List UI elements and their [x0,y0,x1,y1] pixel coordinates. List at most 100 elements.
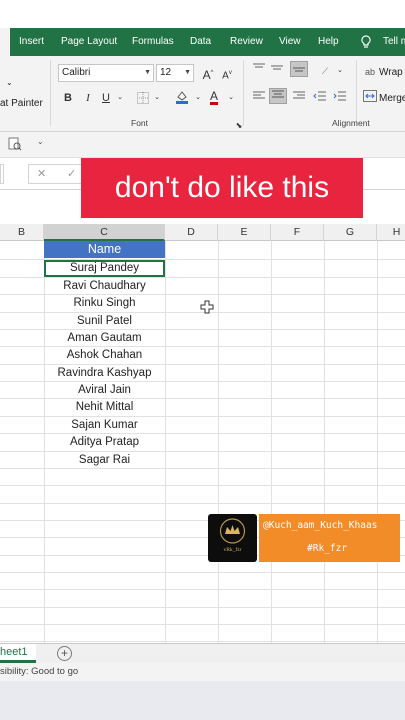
ribbon-divider [50,60,51,126]
ribbon-divider [243,60,244,126]
chevron-down-icon[interactable]: ⌄ [6,78,13,87]
tab-tell-me[interactable]: Tell m [383,28,405,56]
table-row[interactable]: Ravindra Kashyap [44,365,165,382]
sheet-tab-sheet1[interactable]: heet1 [0,644,36,663]
gridline [377,241,378,643]
grow-font-button[interactable]: A^ [201,65,215,82]
merge-center-icon[interactable] [363,90,377,106]
name-box[interactable] [0,164,4,184]
ribbon-tab-bar: Insert Page Layout Formulas Data Review … [0,28,405,56]
wrap-text-icon[interactable]: ab [363,64,377,80]
align-right-icon[interactable] [292,90,306,106]
gridline [165,241,166,643]
column-header-d[interactable]: D [165,224,218,241]
column-header-g[interactable]: G [324,224,377,241]
merge-button[interactable]: Merge [379,93,405,104]
gridline [0,503,405,504]
orientation-icon[interactable]: ⟋ [318,63,332,79]
channel-tag: #Rk_fzr [307,543,348,554]
increase-indent-icon[interactable] [333,90,347,106]
header-cell[interactable]: Name [44,241,165,258]
table-row[interactable]: Aman Gautam [44,330,165,347]
tab-insert[interactable]: Insert [19,28,44,56]
decrease-indent-icon[interactable] [313,90,327,106]
bold-button[interactable]: B [61,90,75,106]
column-header-e[interactable]: E [218,224,271,241]
font-size-select[interactable]: 12 ▼ [156,64,194,82]
customize-toolbar-icon[interactable]: ⌄ [37,137,44,146]
chevron-down-icon[interactable]: ⌄ [191,90,205,106]
gridline [0,485,405,486]
align-left-icon[interactable] [252,90,266,106]
watermark-panel: @Kuch_aam_Kuch_Khaas #Rk_fzr [259,514,400,562]
tab-data[interactable]: Data [190,28,211,56]
font-group-label: Font [131,118,149,128]
wrap-text-button[interactable]: Wrap [379,67,403,78]
font-size-value: 12 [160,67,172,78]
gridline [271,241,272,643]
channel-watermark: vRk_fzr @Kuch_aam_Kuch_Khaas #Rk_fzr [208,514,400,562]
channel-handle: @Kuch_aam_Kuch_Khaas [263,520,378,531]
tab-formulas[interactable]: Formulas [132,28,174,56]
sheet-tab-bar: heet1 + [0,643,405,663]
shrink-font-button[interactable]: Av [220,65,234,81]
tell-me-icon[interactable] [360,28,372,56]
status-bar: sibility: Good to go [0,663,405,681]
logo-text: vRk_fzr [223,547,242,553]
font-color-button[interactable]: A [207,88,221,105]
align-center-icon[interactable] [269,88,287,104]
gridline [218,241,219,643]
table-row[interactable]: Rinku Singh [44,295,165,312]
chevron-down-icon[interactable]: ⌄ [113,90,127,106]
column-header-row: B C D E F G H [0,224,405,241]
gridline [324,241,325,643]
alignment-group-label: Alignment [332,118,370,128]
fill-color-icon[interactable] [175,89,189,105]
column-header-f[interactable]: F [271,224,324,241]
gridline [0,641,405,642]
chevron-down-icon: ▼ [184,69,191,76]
align-middle-icon[interactable] [270,62,284,78]
table-row[interactable]: Aviral Jain [44,382,165,399]
quick-access-bar: ⌄ [0,132,405,158]
underline-button[interactable]: U [99,90,113,106]
borders-icon[interactable] [136,90,150,106]
desktop-background [0,681,405,720]
add-sheet-icon[interactable]: + [57,646,72,661]
align-bottom-icon[interactable] [290,61,308,77]
gridline [0,572,405,573]
tab-help[interactable]: Help [318,28,339,56]
italic-button[interactable]: I [81,90,95,106]
table-row[interactable]: Ravi Chaudhary [44,278,165,295]
gridline [0,589,405,590]
table-row[interactable]: Sunil Patel [44,313,165,330]
tab-page-layout[interactable]: Page Layout [61,28,117,56]
table-row[interactable]: Sagar Rai [44,452,165,469]
table-row[interactable]: Nehit Mittal [44,399,165,416]
align-top-icon[interactable] [252,62,266,78]
tab-home[interactable] [0,28,10,56]
tab-review[interactable]: Review [230,28,263,56]
gridline [0,607,405,608]
chevron-down-icon[interactable]: ⌄ [333,63,347,79]
crown-icon [219,518,246,544]
formula-controls: ✕ ✓ [28,164,83,184]
chevron-down-icon: ▼ [144,69,151,76]
table-row[interactable]: Aditya Pratap [44,434,165,451]
chevron-down-icon[interactable]: ⌄ [150,90,164,106]
cancel-icon[interactable]: ✕ [37,167,46,180]
table-row[interactable]: Suraj Pandey [44,260,165,277]
chevron-down-icon[interactable]: ⌄ [224,90,238,106]
font-name-value: Calibri [62,67,91,78]
enter-icon[interactable]: ✓ [67,167,76,180]
column-header-c[interactable]: C [44,224,165,241]
font-name-select[interactable]: Calibri ▼ [58,64,154,82]
table-row[interactable]: Sajan Kumar [44,417,165,434]
tab-view[interactable]: View [279,28,301,56]
cell-cursor-icon [200,300,214,314]
column-header-h[interactable]: H [377,224,405,241]
column-header-b[interactable]: B [0,224,44,241]
format-painter-button[interactable]: at Painter [0,98,43,109]
table-row[interactable]: Ashok Chahan [44,347,165,364]
print-preview-icon[interactable] [8,137,22,156]
